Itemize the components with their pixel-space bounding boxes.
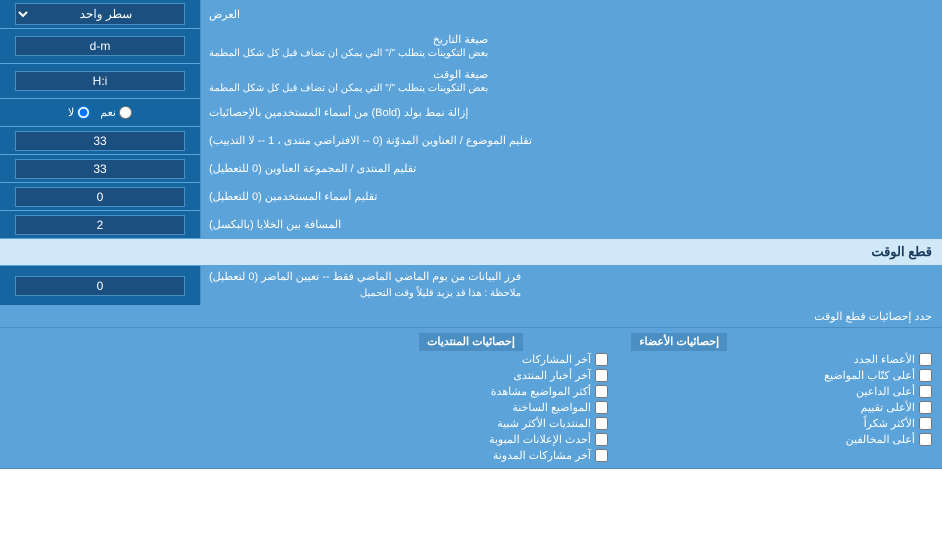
cb-top-violators-input[interactable]	[919, 433, 932, 446]
cb-blog-posts-input[interactable]	[595, 449, 608, 462]
row-time-format: صيغة الوقت بعض التكوينات يتطلب "/" التي …	[0, 64, 942, 99]
checkbox-col-members: الأعضاء الجدد أعلى كتّاب المواضيع أعلى ا…	[628, 353, 932, 462]
cb-classified-ads-input[interactable]	[595, 433, 608, 446]
col-header-forums: إحصائيات المنتديات	[419, 333, 523, 351]
limit-row: حدد إحصائيات قطع الوقت	[0, 306, 942, 328]
radio-cell-bold: نعم لا	[0, 99, 200, 126]
checkbox-headers: إحصائيات الأعضاء إحصائيات المنتديات	[10, 334, 932, 348]
row-trim-users: تقليم أسماء المستخدمين (0 للتعطيل)	[0, 183, 942, 211]
date-format-input[interactable]	[15, 36, 184, 56]
input-cell-cutoff[interactable]	[0, 266, 200, 305]
cb-most-thanked[interactable]: الأكثر شكراً	[864, 417, 932, 430]
cb-top-topic-writers[interactable]: أعلى كتّاب المواضيع	[824, 369, 932, 382]
cb-classified-ads[interactable]: أحدث الإعلانات المبوبة	[489, 433, 608, 446]
trim-users-input[interactable]	[15, 187, 184, 207]
row-trim-topic: تقليم الموضوع / العناوين المدوّنة (0 -- …	[0, 127, 942, 155]
cb-most-thanked-input[interactable]	[919, 417, 932, 430]
label-bold: إزالة نمط بولد (Bold) من أسماء المستخدمي…	[200, 99, 942, 126]
cb-most-viewed-input[interactable]	[595, 385, 608, 398]
cutoff-input[interactable]	[15, 276, 184, 296]
trim-topic-input[interactable]	[15, 131, 184, 151]
label-trim-topic: تقليم الموضوع / العناوين المدوّنة (0 -- …	[200, 127, 942, 154]
radio-label-yes[interactable]: نعم	[100, 106, 132, 119]
cb-forum-news[interactable]: آخر أخبار المنتدى	[513, 369, 608, 382]
radio-label-no[interactable]: لا	[68, 106, 90, 119]
trim-forum-input[interactable]	[15, 159, 184, 179]
checkbox-col-right	[10, 353, 314, 462]
cb-last-posts[interactable]: آخر المشاركات	[522, 353, 608, 366]
cb-top-violators[interactable]: أعلى المخالفين	[846, 433, 932, 446]
label-date-format: صيغة التاريخ بعض التكوينات يتطلب "/" الت…	[200, 29, 942, 63]
row-cutoff: فرز البيانات من يوم الماضي الماضي فقط --…	[0, 266, 942, 306]
label-cutoff: فرز البيانات من يوم الماضي الماضي فقط --…	[200, 266, 942, 305]
cb-new-members[interactable]: الأعضاء الجدد	[854, 353, 932, 366]
cb-most-similar-forums[interactable]: المنتديات الأكثر شبية	[497, 417, 608, 430]
cb-hot-topics-input[interactable]	[595, 401, 608, 414]
input-cell-time-format[interactable]	[0, 64, 200, 98]
cb-top-rated[interactable]: الأعلى تقييم	[861, 401, 932, 414]
cb-last-posts-input[interactable]	[595, 353, 608, 366]
cb-most-viewed[interactable]: أكثر المواضيع مشاهدة	[491, 385, 608, 398]
row-display: العرض سطر واحد عدة أسطر	[0, 0, 942, 29]
col-header-members: إحصائيات الأعضاء	[631, 333, 727, 351]
radio-no[interactable]	[77, 106, 90, 119]
cb-top-rated-input[interactable]	[919, 401, 932, 414]
input-cell-trim-forum[interactable]	[0, 155, 200, 182]
label-cell-spacing: المسافة بين الخلايا (بالبكسل)	[200, 211, 942, 238]
row-date-format: صيغة التاريخ بعض التكوينات يتطلب "/" الت…	[0, 29, 942, 64]
cb-top-inviters-input[interactable]	[919, 385, 932, 398]
cb-hot-topics[interactable]: المواضيع الساخنة	[512, 401, 608, 414]
cb-top-topic-writers-input[interactable]	[919, 369, 932, 382]
cb-forum-news-input[interactable]	[595, 369, 608, 382]
cb-most-similar-forums-input[interactable]	[595, 417, 608, 430]
row-trim-forum: تقليم المنتدى / المجموعة العناوين (0 للت…	[0, 155, 942, 183]
label-time-format: صيغة الوقت بعض التكوينات يتطلب "/" التي …	[200, 64, 942, 98]
section-header-cutoff: قطع الوقت	[0, 239, 942, 266]
input-cell-date-format[interactable]	[0, 29, 200, 63]
label-trim-users: تقليم أسماء المستخدمين (0 للتعطيل)	[200, 183, 942, 210]
row-bold: إزالة نمط بولد (Bold) من أسماء المستخدمي…	[0, 99, 942, 127]
radio-yes[interactable]	[119, 106, 132, 119]
display-select[interactable]: سطر واحد عدة أسطر	[15, 3, 184, 25]
cb-blog-posts[interactable]: آخر مشاركات المدونة	[493, 449, 608, 462]
input-cell-trim-users[interactable]	[0, 183, 200, 210]
checkboxes-section: إحصائيات الأعضاء إحصائيات المنتديات الأع…	[0, 328, 942, 469]
cb-new-members-input[interactable]	[919, 353, 932, 366]
label-display: العرض	[200, 0, 942, 28]
input-cell-trim-topic[interactable]	[0, 127, 200, 154]
cb-top-inviters[interactable]: أعلى الداعين	[856, 385, 932, 398]
label-trim-forum: تقليم المنتدى / المجموعة العناوين (0 للت…	[200, 155, 942, 182]
row-cell-spacing: المسافة بين الخلايا (بالبكسل)	[0, 211, 942, 239]
cell-spacing-input[interactable]	[15, 215, 184, 235]
select-cell-display[interactable]: سطر واحد عدة أسطر	[0, 0, 200, 28]
checkbox-col-forums: آخر المشاركات آخر أخبار المنتدى أكثر الم…	[314, 353, 628, 462]
input-cell-spacing[interactable]	[0, 211, 200, 238]
time-format-input[interactable]	[15, 71, 184, 91]
checkbox-items-wrapper: الأعضاء الجدد أعلى كتّاب المواضيع أعلى ا…	[10, 353, 932, 462]
